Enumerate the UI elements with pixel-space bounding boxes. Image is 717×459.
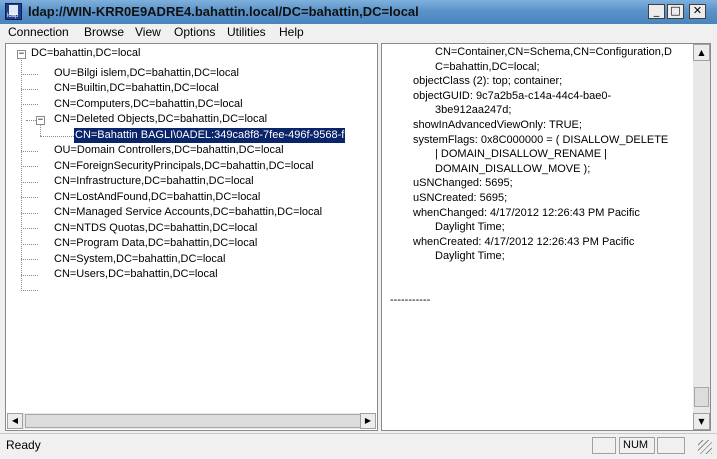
detail-line: DOMAIN_DISALLOW_MOVE ); xyxy=(435,162,591,175)
tree-pane[interactable]: − − DC=bahattin,DC=local OU=Bilgi islem,… xyxy=(5,43,378,431)
tree-node[interactable]: CN=Deleted Objects,DC=bahattin,DC=local xyxy=(54,112,267,127)
tree-node[interactable]: CN=Managed Service Accounts,DC=bahattin,… xyxy=(54,205,322,220)
tree-connector xyxy=(21,228,38,229)
tree-connector xyxy=(21,244,38,245)
tree-node[interactable]: CN=Program Data,DC=bahattin,DC=local xyxy=(54,236,257,251)
detail-line: Daylight Time; xyxy=(435,250,505,263)
tree-connector xyxy=(21,275,38,276)
detail-line: systemFlags: 0x8C000000 = ( DISALLOW_DEL… xyxy=(413,133,669,146)
tree-connector xyxy=(21,197,38,198)
resize-grip-icon[interactable] xyxy=(698,440,712,454)
window-title: ldap://WIN-KRR0E9ADRE4.bahattin.local/DC… xyxy=(28,4,419,19)
details-text: CN=Container,CN=Schema,CN=Configuration,… xyxy=(388,45,672,308)
tree-expander-deleted[interactable]: − xyxy=(36,116,45,125)
vertical-scroll-thumb[interactable] xyxy=(694,387,709,407)
tree-connector xyxy=(21,213,38,214)
menu-connection[interactable]: Connection xyxy=(8,25,69,39)
detail-separator: ----------- xyxy=(390,294,431,307)
tree-connector xyxy=(21,104,38,105)
tree-node-selected[interactable]: CN=Bahattin BAGLI\0ADEL:349ca8f8-7fee-49… xyxy=(74,128,346,143)
tree-node[interactable]: CN=System,DC=bahattin,DC=local xyxy=(54,252,226,267)
scroll-right-icon[interactable]: ▶ xyxy=(360,413,376,429)
detail-line: C=bahattin,DC=local; xyxy=(435,60,540,73)
app-icon-label: ldap xyxy=(7,13,19,19)
tree-connector xyxy=(21,166,38,167)
details-pane[interactable]: CN=Container,CN=Schema,CN=Configuration,… xyxy=(381,43,711,431)
tree-node[interactable]: CN=Infrastructure,DC=bahattin,DC=local xyxy=(54,174,254,189)
detail-line: whenCreated: 4/17/2012 12:26:43 PM Pacif… xyxy=(413,235,635,248)
detail-line: uSNChanged: 5695; xyxy=(413,177,513,190)
tree-node[interactable]: CN=LostAndFound,DC=bahattin,DC=local xyxy=(54,190,260,205)
detail-line: CN=Container,CN=Schema,CN=Configuration,… xyxy=(435,46,672,58)
tree-node[interactable]: CN=ForeignSecurityPrincipals,DC=bahattin… xyxy=(54,159,314,174)
tree-horizontal-scrollbar[interactable]: ◀ ▶ xyxy=(7,413,376,429)
menu-options[interactable]: Options xyxy=(174,25,215,39)
tree-connector xyxy=(40,136,74,137)
status-bar: Ready NUM xyxy=(0,433,717,459)
tree-expander-root[interactable]: − xyxy=(17,50,26,59)
horizontal-scroll-thumb[interactable] xyxy=(25,414,361,428)
ldap-app-icon[interactable]: ldap xyxy=(5,3,22,20)
menu-utilities[interactable]: Utilities xyxy=(227,25,266,39)
tree-connector xyxy=(21,151,38,152)
detail-line: | DOMAIN_DISALLOW_RENAME | xyxy=(435,148,607,161)
detail-line xyxy=(388,279,672,294)
scroll-down-icon[interactable]: ▼ xyxy=(693,413,710,430)
tree-node[interactable]: CN=Computers,DC=bahattin,DC=local xyxy=(54,97,243,112)
tree-node[interactable]: CN=Users,DC=bahattin,DC=local xyxy=(54,267,218,282)
tree-connector xyxy=(21,89,38,90)
detail-line: objectClass (2): top; container; xyxy=(413,75,563,88)
tree-connector xyxy=(21,58,22,291)
tree-node[interactable]: CN=NTDS Quotas,DC=bahattin,DC=local xyxy=(54,221,257,236)
close-button[interactable]: ✕ xyxy=(689,4,706,19)
detail-line: uSNCreated: 5695; xyxy=(413,191,508,204)
tree-connector xyxy=(21,182,38,183)
minimize-button[interactable]: _ xyxy=(648,4,665,19)
tree-connector xyxy=(21,74,38,75)
detail-line: showInAdvancedViewOnly: TRUE; xyxy=(413,118,582,131)
status-text: Ready xyxy=(6,438,41,452)
detail-line: whenChanged: 4/17/2012 12:26:43 PM Pacif… xyxy=(413,206,640,219)
details-vertical-scrollbar[interactable]: ▲ ▼ xyxy=(693,44,710,430)
status-panel-num: NUM xyxy=(619,437,655,454)
tree-node[interactable]: OU=Domain Controllers,DC=bahattin,DC=loc… xyxy=(54,143,284,158)
title-bar[interactable]: ldap ldap://WIN-KRR0E9ADRE4.bahattin.loc… xyxy=(0,0,717,24)
detail-line: objectGUID: 9c7a2b5a-c14a-44c4-bae0- xyxy=(413,89,612,102)
detail-line: Daylight Time; xyxy=(435,221,505,234)
tree-node[interactable]: CN=Builtin,DC=bahattin,DC=local xyxy=(54,81,219,96)
detail-line: 3be912aa247d; xyxy=(435,104,512,117)
menu-browse[interactable]: Browse xyxy=(84,25,124,39)
menu-help[interactable]: Help xyxy=(279,25,304,39)
ldp-window: ldap ldap://WIN-KRR0E9ADRE4.bahattin.loc… xyxy=(0,0,717,459)
menu-view[interactable]: View xyxy=(135,25,161,39)
scroll-left-icon[interactable]: ◀ xyxy=(7,413,23,429)
menu-bar: Connection Browse View Options Utilities… xyxy=(0,24,717,42)
tree-connector xyxy=(40,124,41,136)
tree-node-root[interactable]: DC=bahattin,DC=local xyxy=(31,46,140,61)
detail-line xyxy=(388,264,672,279)
scroll-up-icon[interactable]: ▲ xyxy=(693,44,710,61)
tree-node[interactable]: OU=Bilgi islem,DC=bahattin,DC=local xyxy=(54,66,239,81)
tree-connector xyxy=(21,259,38,260)
status-panel-scroll xyxy=(657,437,685,454)
status-panel-caps xyxy=(592,437,616,454)
tree-connector xyxy=(21,290,38,291)
maximize-button[interactable]: □ xyxy=(667,4,684,19)
